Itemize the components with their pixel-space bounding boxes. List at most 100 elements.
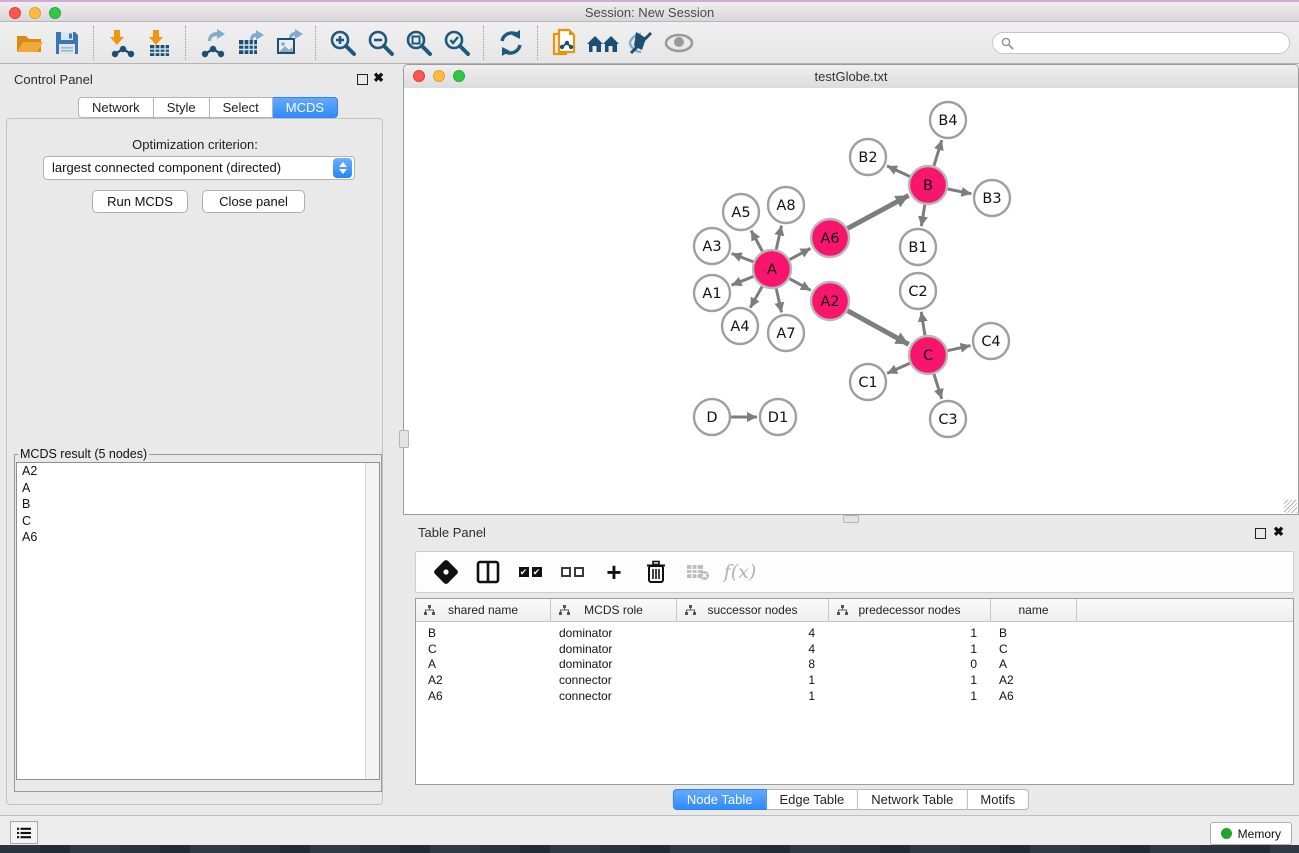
close-panel-icon[interactable]: ✖ [373, 70, 384, 86]
edge-C-C4[interactable] [948, 346, 971, 351]
cell-mcds_role[interactable]: connector [551, 673, 677, 687]
task-history-list-icon[interactable] [10, 821, 38, 844]
graph-node-A1[interactable]: A1 [694, 275, 730, 311]
graph-node-A5[interactable]: A5 [723, 194, 759, 230]
cell-name[interactable]: A6 [991, 689, 1077, 703]
zoom-selected-icon[interactable] [440, 26, 474, 60]
cell-successor_nodes[interactable]: 1 [677, 673, 829, 687]
cell-shared_name[interactable]: A [416, 657, 551, 671]
tab-network[interactable]: Network [78, 97, 154, 118]
edge-A-A3[interactable] [732, 254, 754, 262]
cell-shared_name[interactable]: C [416, 642, 551, 656]
table-row[interactable]: Bdominator41B [416, 625, 1293, 641]
table-row[interactable]: Cdominator41C [416, 641, 1293, 657]
tab-network-table[interactable]: Network Table [858, 789, 967, 810]
edge-A-A1[interactable] [731, 276, 753, 285]
edge-A-A7[interactable] [776, 289, 781, 313]
export-image-icon[interactable] [272, 26, 306, 60]
edge-C-C2[interactable] [921, 312, 925, 335]
graph-node-B[interactable]: B [909, 166, 947, 204]
table-row[interactable]: Adominator80A [416, 657, 1293, 673]
graph-node-D[interactable]: D [694, 399, 730, 435]
table-row[interactable]: A2connector11A2 [416, 672, 1293, 688]
result-list-item[interactable]: A6 [17, 529, 379, 546]
deselect-all-columns-icon[interactable] [556, 556, 588, 588]
edge-A6-B[interactable] [848, 195, 909, 228]
run-mcds-button[interactable]: Run MCDS [92, 190, 188, 213]
column-header-successor-nodes[interactable]: successor nodes [677, 599, 829, 621]
close-panel-button[interactable]: Close panel [202, 190, 305, 213]
cell-mcds_role[interactable]: dominator [551, 642, 677, 656]
result-list-scrollbar[interactable] [365, 463, 379, 779]
zoom-out-icon[interactable] [364, 26, 398, 60]
result-list-item[interactable]: A [17, 480, 379, 497]
edge-B-B2[interactable] [887, 166, 910, 177]
result-list-item[interactable]: C [17, 513, 379, 530]
cell-shared_name[interactable]: A2 [416, 673, 551, 687]
delete-column-trash-icon[interactable] [640, 556, 672, 588]
tab-edge-table[interactable]: Edge Table [766, 789, 858, 810]
show-column-icon[interactable] [472, 556, 504, 588]
graph-node-C3[interactable]: C3 [930, 401, 966, 437]
graph-node-A[interactable]: A [753, 250, 791, 288]
graph-node-B2[interactable]: B2 [850, 139, 886, 175]
export-network-icon[interactable] [196, 26, 230, 60]
network-window-titlebar[interactable]: testGlobe.txt [404, 65, 1298, 89]
memory-button[interactable]: Memory [1210, 822, 1292, 845]
edge-C-C3[interactable] [934, 374, 942, 399]
column-header-shared-name[interactable]: shared name [416, 599, 551, 621]
show-graphics-details-icon[interactable] [662, 26, 696, 60]
select-all-columns-icon[interactable]: ✔✔ [514, 556, 546, 588]
edge-B-B4[interactable] [934, 140, 942, 166]
graph-node-A8[interactable]: A8 [768, 187, 804, 223]
graph-node-C1[interactable]: C1 [850, 364, 886, 400]
column-header-MCDS-role[interactable]: MCDS role [551, 599, 677, 621]
graph-node-C[interactable]: C [909, 336, 947, 374]
edge-A-A6[interactable] [790, 248, 811, 259]
tab-motifs[interactable]: Motifs [967, 789, 1029, 810]
graph-node-A2[interactable]: A2 [811, 282, 849, 320]
graph-node-A3[interactable]: A3 [694, 228, 730, 264]
graph-node-A6[interactable]: A6 [811, 219, 849, 257]
column-header-name[interactable]: name [991, 599, 1077, 621]
cell-predecessor_nodes[interactable]: 0 [829, 657, 991, 671]
graph-node-B1[interactable]: B1 [900, 229, 936, 265]
network-canvas[interactable]: B4B2BB3A5A8A6A3B1AC2A1A2A4A7C4CC1DD1C3 [404, 88, 1298, 514]
graph-node-D1[interactable]: D1 [760, 399, 796, 435]
graph-node-B4[interactable]: B4 [930, 102, 966, 138]
cell-name[interactable]: C [991, 642, 1077, 656]
cell-mcds_role[interactable]: connector [551, 689, 677, 703]
zoom-in-icon[interactable] [326, 26, 360, 60]
save-session-icon[interactable] [50, 26, 84, 60]
optimization-criterion-dropdown[interactable]: largest connected component (directed) [43, 156, 355, 180]
graph-node-B3[interactable]: B3 [974, 180, 1010, 216]
graph-node-A4[interactable]: A4 [722, 308, 758, 344]
table-row[interactable]: A6connector11A6 [416, 688, 1293, 704]
import-network-icon[interactable] [104, 26, 138, 60]
float-table-panel-icon[interactable] [1255, 528, 1266, 539]
cell-predecessor_nodes[interactable]: 1 [829, 642, 991, 656]
edge-A2-C[interactable] [848, 311, 909, 345]
export-table-icon[interactable] [234, 26, 268, 60]
result-list-item[interactable]: B [17, 496, 379, 513]
refresh-view-icon[interactable] [494, 26, 528, 60]
open-file-icon[interactable] [12, 26, 46, 60]
cell-name[interactable]: A2 [991, 673, 1077, 687]
edge-A-A2[interactable] [790, 279, 811, 291]
cell-shared_name[interactable]: A6 [416, 689, 551, 703]
import-table-icon[interactable] [142, 26, 176, 60]
edge-A-A5[interactable] [751, 230, 762, 251]
cell-mcds_role[interactable]: dominator [551, 626, 677, 640]
edge-A-A4[interactable] [750, 286, 762, 307]
window-resize-grip[interactable] [1284, 500, 1297, 513]
zoom-fit-icon[interactable] [402, 26, 436, 60]
close-table-panel-icon[interactable]: ✖ [1273, 524, 1284, 540]
cell-name[interactable]: B [991, 626, 1077, 640]
cell-predecessor_nodes[interactable]: 1 [829, 626, 991, 640]
graph-node-C2[interactable]: C2 [900, 273, 936, 309]
cell-mcds_role[interactable]: dominator [551, 657, 677, 671]
edge-B-B3[interactable] [948, 189, 972, 194]
vertical-splitter-handle[interactable] [399, 430, 409, 448]
float-panel-icon[interactable] [357, 74, 368, 85]
tab-style[interactable]: Style [154, 97, 210, 118]
